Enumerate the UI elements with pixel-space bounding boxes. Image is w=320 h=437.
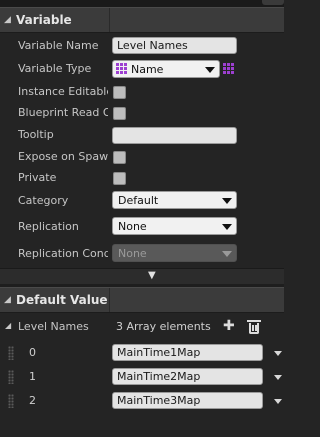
blueprint-read-only-row: Blueprint Read Or	[0, 102, 284, 124]
array-element-row: 2 MainTime3Map	[0, 390, 284, 412]
chevron-down-icon[interactable]: ▼	[148, 271, 156, 281]
drag-handle-icon[interactable]	[8, 394, 14, 408]
expose-on-spawn-label: Expose on Spawn	[18, 150, 108, 163]
tab-stub[interactable]	[262, 0, 284, 5]
replication-condition-value: None	[118, 247, 147, 260]
expand-arrow-icon[interactable]: ◢	[5, 321, 11, 330]
array-count-text: 3 Array elements	[116, 320, 211, 333]
array-element-row: 1 MainTime2Map	[0, 366, 284, 388]
element-index: 0	[29, 346, 36, 359]
blueprint-read-only-checkbox[interactable]	[113, 107, 126, 120]
collapse-arrow-icon[interactable]: ◢	[4, 295, 11, 305]
element-value-input[interactable]: MainTime1Map	[112, 344, 263, 361]
tooltip-input[interactable]	[112, 127, 237, 144]
container-type-grid-icon[interactable]	[223, 63, 236, 76]
variable-type-value: Name	[131, 63, 164, 76]
trash-icon[interactable]	[247, 320, 261, 334]
variable-type-label: Variable Type	[18, 62, 92, 75]
default-value-category-title: Default Value	[16, 293, 108, 307]
instance-editable-checkbox[interactable]	[113, 86, 126, 99]
replication-dropdown[interactable]: None	[112, 217, 237, 235]
array-element-row: 0 MainTime1Map	[0, 342, 284, 364]
element-index: 2	[29, 394, 36, 407]
chevron-down-icon	[222, 198, 232, 204]
variable-category-title: Variable	[16, 13, 72, 27]
variable-type-row: Variable Type Name	[0, 58, 284, 80]
array-header-row: ◢ Level Names 3 Array elements ✚	[0, 316, 284, 338]
chevron-down-icon	[222, 224, 232, 230]
variable-category-header[interactable]: ◢ Variable	[0, 7, 284, 33]
element-value-input[interactable]: MainTime3Map	[112, 392, 263, 409]
column-splitter[interactable]	[109, 288, 110, 312]
replication-row: Replication None	[0, 216, 284, 238]
replication-condition-label: Replication Condi	[18, 247, 108, 260]
chevron-down-icon	[205, 67, 215, 73]
tooltip-label: Tooltip	[18, 128, 54, 141]
replication-condition-dropdown: None	[112, 244, 237, 262]
chevron-down-icon	[222, 251, 232, 257]
chevron-down-icon[interactable]	[274, 351, 282, 356]
variable-name-label: Variable Name	[18, 39, 99, 52]
chevron-down-icon[interactable]	[274, 399, 282, 404]
column-splitter[interactable]	[109, 8, 110, 32]
tooltip-row: Tooltip	[0, 124, 284, 146]
category-label: Category	[18, 194, 69, 207]
replication-condition-row: Replication Condi None	[0, 243, 284, 265]
default-value-category-header[interactable]: ◢ Default Value	[0, 287, 284, 313]
category-value: Default	[118, 194, 159, 207]
instance-editable-row: Instance Editable	[0, 81, 284, 103]
element-index: 1	[29, 370, 36, 383]
element-value-input[interactable]: MainTime2Map	[112, 368, 263, 385]
plus-icon[interactable]: ✚	[223, 318, 235, 334]
category-dropdown[interactable]: Default	[112, 191, 237, 209]
variable-type-dropdown[interactable]: Name	[112, 60, 220, 78]
chevron-down-icon[interactable]	[274, 375, 282, 380]
private-row: Private	[0, 167, 284, 189]
expose-on-spawn-checkbox[interactable]	[113, 151, 126, 164]
private-label: Private	[18, 171, 57, 184]
details-panel: ◢ Variable Variable Name Level Names Var…	[0, 0, 284, 437]
drag-handle-icon[interactable]	[8, 370, 14, 384]
category-row: Category Default	[0, 190, 284, 212]
variable-name-row: Variable Name Level Names	[0, 35, 284, 57]
array-label: Level Names	[18, 320, 89, 333]
variable-name-input[interactable]: Level Names	[112, 37, 237, 54]
private-checkbox[interactable]	[113, 172, 126, 185]
expose-on-spawn-row: Expose on Spawn	[0, 146, 284, 168]
replication-label: Replication	[18, 220, 79, 233]
type-pin-grid-icon	[116, 63, 128, 75]
instance-editable-label: Instance Editable	[18, 85, 108, 98]
top-strip	[0, 0, 284, 7]
replication-value: None	[118, 220, 147, 233]
blueprint-read-only-label: Blueprint Read Or	[18, 106, 108, 119]
collapse-arrow-icon[interactable]: ◢	[4, 15, 11, 25]
drag-handle-icon[interactable]	[8, 346, 14, 360]
